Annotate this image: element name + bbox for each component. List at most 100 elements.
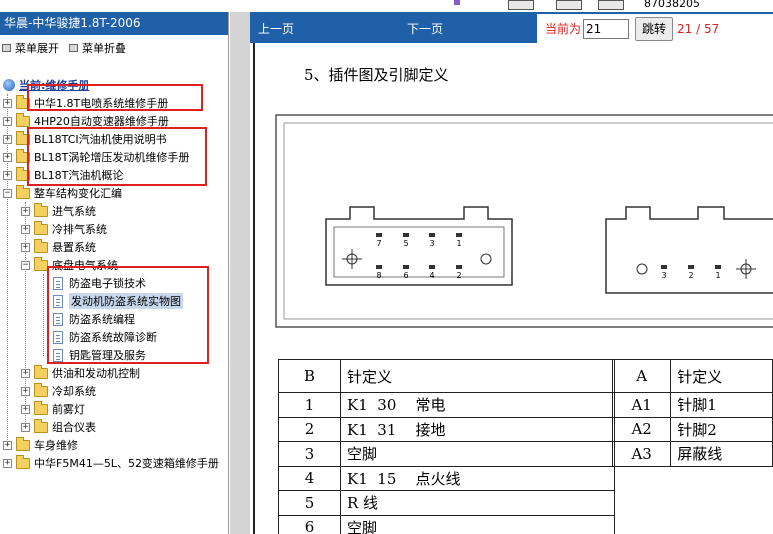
expand-toggle-icon[interactable]: + bbox=[3, 170, 12, 180]
open-folder-icon bbox=[16, 184, 30, 199]
tree-item[interactable]: + 供油和发动机控制 bbox=[21, 364, 140, 382]
tree-item[interactable]: + 冷却系统 bbox=[21, 382, 96, 400]
tree-item[interactable]: − 整车结构变化汇编 bbox=[3, 184, 122, 202]
pin-terminal bbox=[376, 265, 382, 269]
tree-item[interactable]: + BL18T涡轮增压发动机维修手册 bbox=[3, 148, 189, 166]
expand-toggle-icon[interactable]: + bbox=[21, 404, 30, 414]
collapse-toggle-icon[interactable]: − bbox=[21, 260, 30, 270]
tree-leaf-selected[interactable]: 发动机防盗系统实物图 bbox=[53, 292, 183, 310]
tree-leaf-label: 钥匙管理及服务 bbox=[69, 349, 146, 362]
panel-splitter[interactable] bbox=[229, 12, 250, 534]
pin-terminal bbox=[661, 265, 667, 269]
tree-item[interactable]: − 底盘电气系统 bbox=[21, 256, 118, 274]
tree-item[interactable]: + 冷排气系统 bbox=[21, 220, 107, 238]
folder-icon bbox=[34, 220, 48, 235]
tree-item-label: 悬置系统 bbox=[52, 241, 96, 254]
table-cell: 4 bbox=[278, 465, 341, 491]
table-cell: 空脚 bbox=[340, 514, 615, 534]
connector-a: 3 2 1 bbox=[605, 206, 773, 294]
table-cell: A2 bbox=[611, 416, 672, 442]
expand-toggle-icon[interactable]: + bbox=[3, 152, 12, 162]
jump-button[interactable]: 跳转 bbox=[635, 16, 674, 41]
table-cell: 空脚 bbox=[340, 441, 615, 467]
expand-toggle-icon[interactable]: + bbox=[21, 224, 30, 234]
next-page-button[interactable]: 下一页 bbox=[407, 20, 443, 37]
expand-toggle-icon[interactable]: + bbox=[3, 116, 12, 126]
document-icon bbox=[53, 312, 63, 326]
tree-item-label: BL18T涡轮增压发动机维修手册 bbox=[34, 151, 190, 164]
tree-leaf[interactable]: 防盗系统编程 bbox=[53, 310, 135, 328]
tree-item-label: 中华F5M41—5L、52变速箱维修手册 bbox=[34, 457, 219, 470]
table-header-cell: 针定义 bbox=[340, 359, 615, 393]
tree-leaf[interactable]: 防盗系统故障诊断 bbox=[53, 328, 157, 346]
tree-root[interactable]: 当前:维修手册 bbox=[3, 76, 89, 94]
collapse-all-button[interactable]: 菜单折叠 bbox=[69, 40, 126, 56]
table-cell: R 线 bbox=[340, 490, 615, 516]
viewer-toolbar: 上一页 下一页 当前为 跳转 21 / 57 bbox=[250, 12, 773, 43]
expand-all-label: 菜单展开 bbox=[15, 41, 59, 55]
expand-toggle-icon[interactable]: + bbox=[3, 98, 12, 108]
tree-item[interactable]: + 进气系统 bbox=[21, 202, 96, 220]
page-navigator: 当前为 跳转 21 / 57 bbox=[537, 14, 773, 43]
tree-leaf[interactable]: 钥匙管理及服务 bbox=[53, 346, 146, 364]
expand-toggle-icon[interactable]: + bbox=[3, 134, 12, 144]
navigation-panel: 华晨-中华骏捷1.8T-2006 菜单展开 菜单折叠 当前:维修手册 + 中华1… bbox=[0, 12, 229, 534]
tree-item-label: 前雾灯 bbox=[52, 403, 85, 416]
connector-diagram: 7 5 3 1 8 6 4 2 3 2 1 bbox=[275, 114, 773, 328]
connector-housing bbox=[275, 114, 773, 328]
connector-housing-inner bbox=[283, 122, 773, 320]
page-number-input[interactable] bbox=[583, 18, 630, 39]
folder-icon bbox=[16, 94, 30, 109]
folder-icon bbox=[34, 364, 48, 379]
pin-terminal bbox=[403, 265, 409, 269]
expand-toggle-icon[interactable]: + bbox=[21, 386, 30, 396]
toolbar-button-2[interactable] bbox=[556, 0, 582, 10]
table-row: 3 空脚 bbox=[278, 441, 615, 467]
tree-item[interactable]: + 悬置系统 bbox=[21, 238, 96, 256]
pin-number: 4 bbox=[429, 271, 434, 280]
prev-page-button[interactable]: 上一页 bbox=[258, 20, 294, 37]
tree-item[interactable]: + 中华1.8T电喷系统维修手册 bbox=[3, 94, 168, 112]
tree-item-label: 组合仪表 bbox=[52, 421, 96, 434]
document-viewer: 上一页 下一页 当前为 跳转 21 / 57 5、插件图及引脚定义 7 5 3 1 8 6… bbox=[250, 12, 773, 534]
folder-icon bbox=[34, 418, 48, 433]
collapse-all-label: 菜单折叠 bbox=[82, 41, 126, 55]
expand-toggle-icon[interactable]: + bbox=[21, 368, 30, 378]
menu-bar: 菜单展开 菜单折叠 bbox=[0, 35, 228, 60]
tree-item[interactable]: + 4HP20自动变速器维修手册 bbox=[3, 112, 169, 130]
pin-number: 3 bbox=[661, 271, 666, 280]
tree-root-label: 当前:维修手册 bbox=[19, 79, 90, 92]
tree-item[interactable]: + 车身维修 bbox=[3, 436, 78, 454]
tree-leaf-label: 防盗系统编程 bbox=[69, 313, 135, 326]
folder-icon bbox=[34, 238, 48, 253]
tree-leaf[interactable]: 防盗电子锁技术 bbox=[53, 274, 146, 292]
tree-item[interactable]: + BL18T汽油机概论 bbox=[3, 166, 123, 184]
tree-item[interactable]: + 组合仪表 bbox=[21, 418, 96, 436]
expand-all-button[interactable]: 菜单展开 bbox=[2, 40, 59, 56]
folder-icon bbox=[16, 436, 30, 451]
current-page-label: 当前为 bbox=[545, 22, 582, 36]
expand-toggle-icon[interactable]: + bbox=[3, 458, 12, 468]
document-icon bbox=[53, 330, 63, 344]
expand-toggle-icon[interactable]: + bbox=[3, 440, 12, 450]
open-folder-icon bbox=[34, 256, 48, 271]
tree-item[interactable]: + 中华F5M41—5L、52变速箱维修手册 bbox=[3, 454, 219, 472]
pin-number: 6 bbox=[403, 271, 408, 280]
tree-item[interactable]: + 前雾灯 bbox=[21, 400, 85, 418]
table-cell: 屏蔽线 bbox=[670, 441, 773, 467]
table-cell: A1 bbox=[611, 392, 672, 418]
expand-toggle-icon[interactable]: + bbox=[21, 206, 30, 216]
toolbar-icon-fragment bbox=[454, 0, 460, 5]
table-row: A2 针脚2 bbox=[611, 416, 773, 442]
tree-item[interactable]: + BL18TCI汽油机使用说明书 bbox=[3, 130, 167, 148]
folder-icon bbox=[16, 112, 30, 127]
toolbar-button-1[interactable] bbox=[508, 0, 534, 10]
collapse-toggle-icon[interactable]: − bbox=[3, 188, 12, 198]
folder-icon bbox=[34, 202, 48, 217]
expand-toggle-icon[interactable]: + bbox=[21, 242, 30, 252]
expand-toggle-icon[interactable]: + bbox=[21, 422, 30, 432]
table-row: 4 K1 15 点火线 bbox=[278, 465, 615, 491]
toolbar-button-3[interactable] bbox=[598, 0, 624, 10]
document-page: 5、插件图及引脚定义 75318642 3 2 1 B 针定义 1 K1 30 … bbox=[250, 43, 773, 534]
tree-item-label: 底盘电气系统 bbox=[52, 259, 118, 272]
